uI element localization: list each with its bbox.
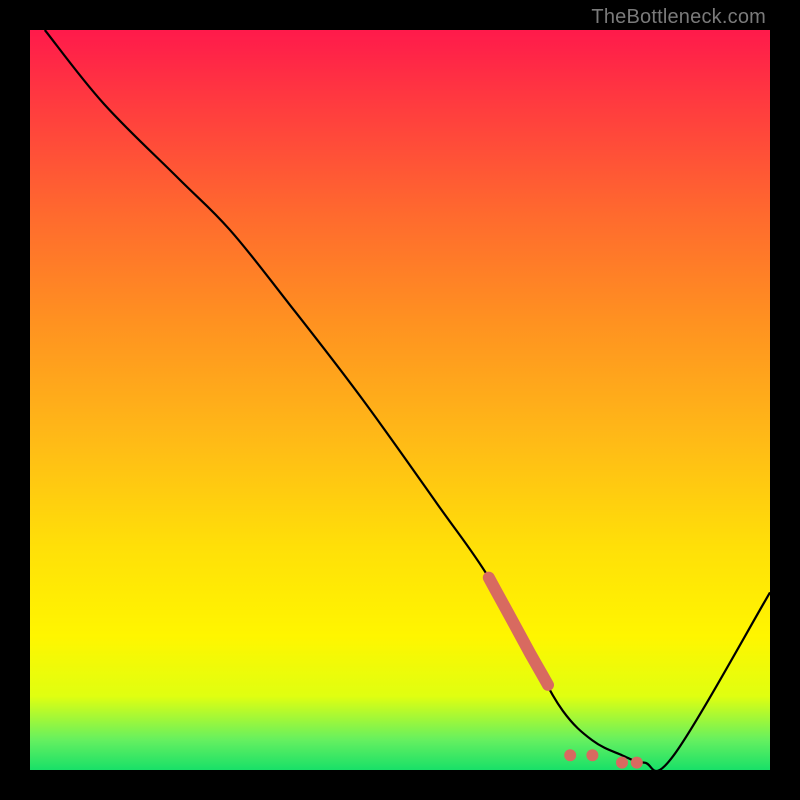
- chart-frame: TheBottleneck.com: [0, 0, 800, 800]
- plot-area: [30, 30, 770, 770]
- watermark-text: TheBottleneck.com: [591, 6, 766, 29]
